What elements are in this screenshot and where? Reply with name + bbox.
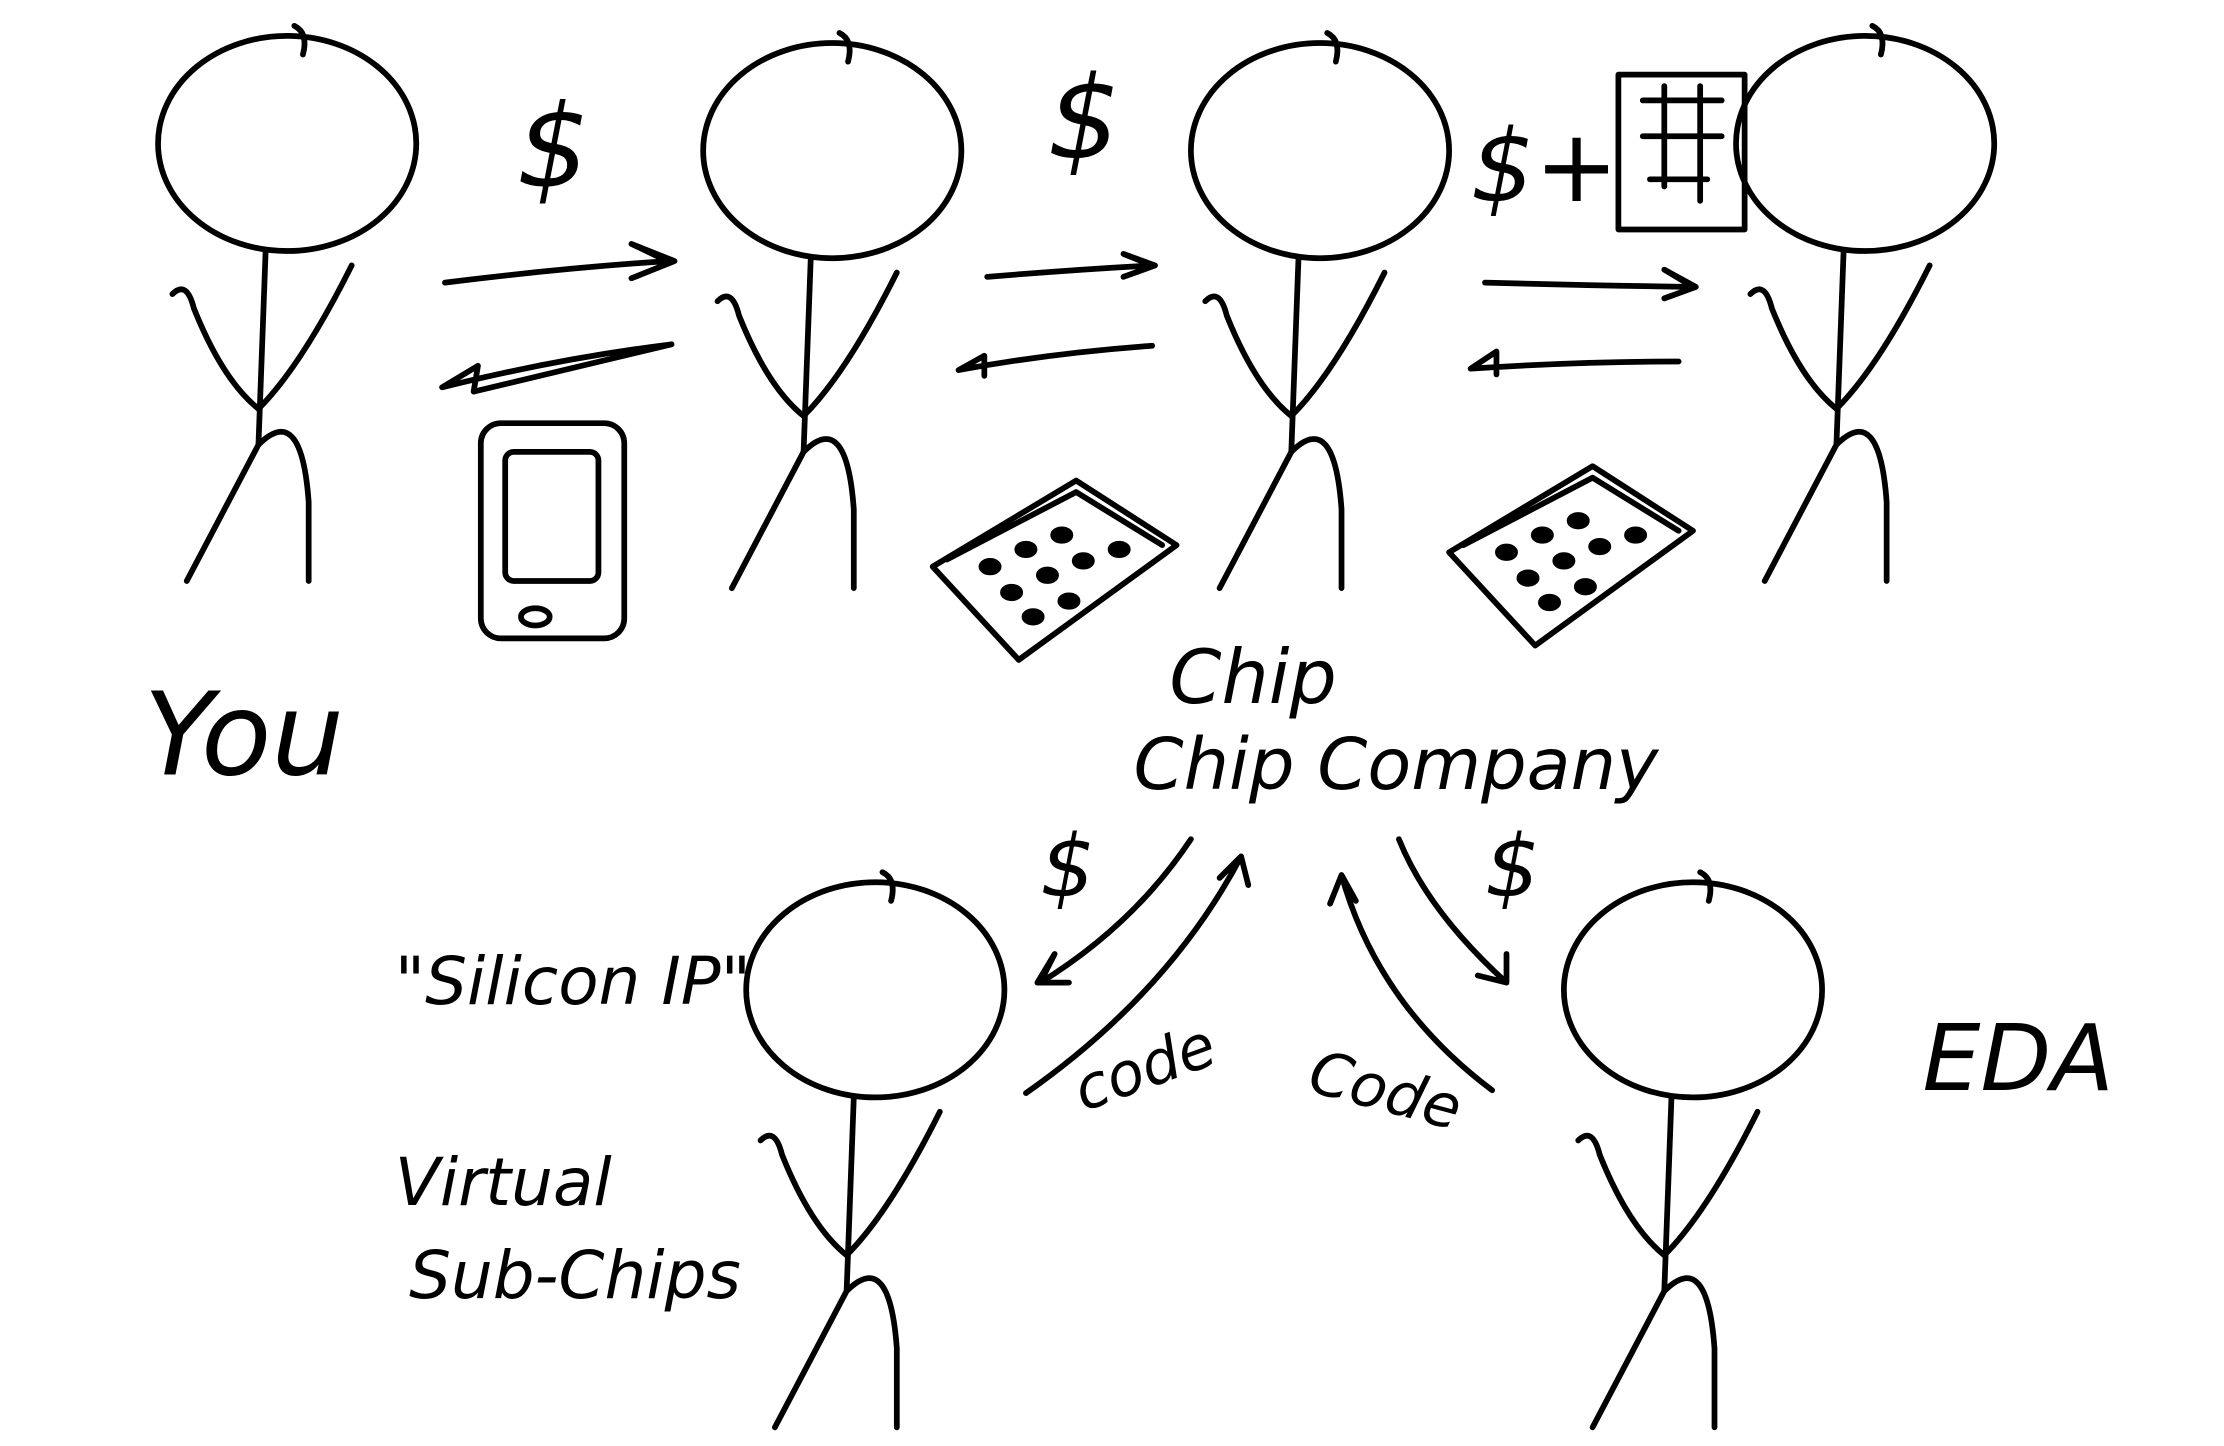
chip-pin [1021, 608, 1045, 626]
body [800, 255, 814, 455]
label-virtual: Virtual [395, 1144, 612, 1221]
arrow-money-to-chip [1482, 266, 1699, 302]
label-chip-company-1: Chip [1169, 634, 1336, 721]
head [1188, 40, 1452, 262]
legs [728, 436, 857, 592]
chip-pin [1566, 512, 1590, 530]
body [1661, 1094, 1675, 1294]
chip-pin [1573, 578, 1597, 596]
figure-chip-company [1733, 22, 1998, 584]
chip-pin [1516, 569, 1540, 587]
money-oem-to-chip: $+ [1471, 108, 1619, 225]
chip-layout-icon [1615, 71, 1748, 233]
chip-icon [1446, 463, 1696, 649]
chip-pin [1624, 526, 1648, 544]
chip-pin [1495, 543, 1518, 561]
phone-icon [477, 420, 628, 642]
money-you-to-retailer: $ [517, 80, 590, 214]
arrow-money-to-oem [984, 251, 1158, 280]
phone-screen [502, 449, 602, 584]
hair [879, 869, 896, 904]
head [155, 32, 420, 254]
figure-you [155, 22, 420, 584]
chip-pin [1050, 526, 1074, 544]
chip-pin [1071, 552, 1095, 570]
sketch-diagram: You Chip Chip Company "Silicon IP" Virtu… [144, 22, 2114, 1431]
head [743, 879, 1008, 1101]
chip-pin [1000, 583, 1024, 602]
chip-pin [1107, 540, 1131, 559]
code-from-ip: code [1064, 1010, 1224, 1125]
label-chip-company: Chip Company [1134, 722, 1661, 806]
money-to-ip: $ [1040, 818, 1095, 918]
hair [291, 22, 308, 58]
chip-pin [1035, 566, 1059, 584]
label-sub-chips: Sub-Chips [409, 1237, 741, 1314]
body [1833, 248, 1847, 448]
figure-retailer [700, 30, 965, 592]
head [700, 40, 965, 262]
body [1288, 255, 1302, 455]
chip-pin [1530, 526, 1554, 544]
arrow-goods-to-oem [1467, 348, 1682, 378]
figure-silicon-ip [743, 869, 1008, 1431]
hair [1869, 22, 1886, 58]
head [1561, 879, 1825, 1101]
label-silicon-ip: "Silicon IP" [395, 943, 751, 1020]
body [843, 1094, 857, 1294]
layout-lines [1639, 83, 1725, 204]
figure-eda [1561, 869, 1825, 1431]
chip-pin [1552, 552, 1576, 570]
body [255, 248, 269, 448]
phone-button [518, 605, 553, 629]
hair [836, 30, 853, 65]
chip-pin [1057, 592, 1081, 610]
chip-pin [978, 558, 1002, 576]
hair [1697, 869, 1714, 904]
legs [1761, 429, 1890, 584]
legs [183, 429, 312, 584]
chip-pin [1014, 540, 1038, 559]
chip-pin [1588, 537, 1612, 556]
legs [772, 1275, 900, 1431]
figure-device-maker [1188, 30, 1452, 592]
chip-icon [929, 477, 1180, 663]
chip-pin [1538, 593, 1562, 612]
money-to-eda: $ [1485, 818, 1540, 918]
legs [1216, 436, 1345, 592]
head [1733, 32, 1998, 254]
hair [1324, 30, 1341, 65]
money-retailer-to-oem: $ [1047, 52, 1120, 186]
arrow-goods-to-retailer [955, 342, 1156, 379]
arrow-goods-to-you [439, 341, 675, 395]
legs [1589, 1275, 1718, 1431]
arrow-money-to-retailer [442, 241, 678, 286]
label-eda: EDA [1923, 1005, 2114, 1112]
code-from-eda: Code [1302, 1037, 1469, 1145]
label-you: You [144, 669, 344, 803]
